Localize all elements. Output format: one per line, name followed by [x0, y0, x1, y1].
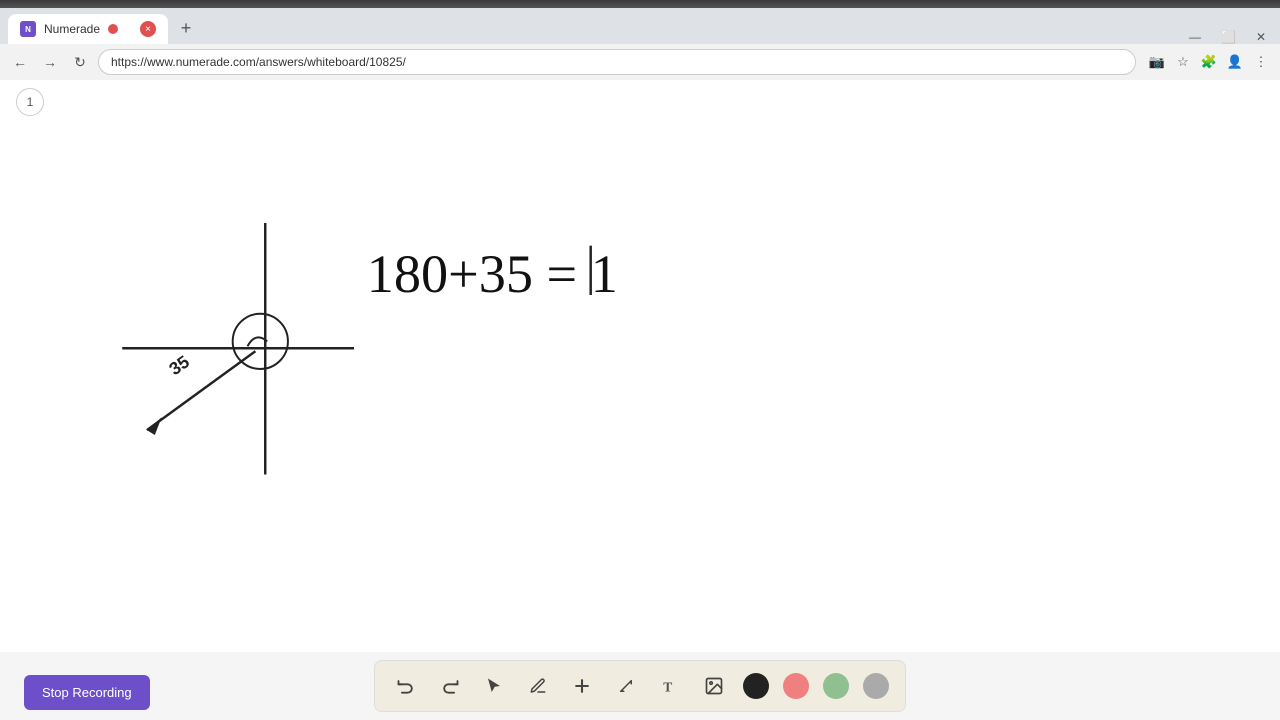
text-tool-button[interactable]: T: [655, 671, 685, 701]
chrome-top-bar: [0, 0, 1280, 8]
window-controls: — ⬜ ✕: [1183, 30, 1272, 44]
browser-toolbar-icons: 📷 ☆ 🧩 👤 ⋮: [1146, 51, 1272, 73]
forward-button[interactable]: →: [38, 50, 62, 74]
color-pink-button[interactable]: [783, 673, 809, 699]
stop-recording-button[interactable]: Stop Recording: [24, 675, 150, 710]
tab-close-button[interactable]: ×: [140, 21, 156, 37]
tab-bar: N Numerade × + — ⬜ ✕: [0, 8, 1280, 44]
color-black-button[interactable]: [743, 673, 769, 699]
extension-icon[interactable]: 🧩: [1198, 51, 1220, 73]
bookmark-icon[interactable]: ☆: [1172, 51, 1194, 73]
bottom-bar: Stop Recording: [0, 652, 1280, 720]
image-tool-button[interactable]: [699, 671, 729, 701]
tab-title: Numerade: [44, 22, 100, 36]
add-element-button[interactable]: [567, 671, 597, 701]
redo-button[interactable]: [435, 671, 465, 701]
new-tab-button[interactable]: +: [172, 14, 200, 42]
svg-text:180+35 = 1: 180+35 = 1: [367, 244, 618, 304]
close-button[interactable]: ✕: [1250, 30, 1272, 44]
back-button[interactable]: ←: [8, 50, 32, 74]
camera-icon[interactable]: 📷: [1146, 51, 1168, 73]
maximize-button[interactable]: ⬜: [1215, 30, 1242, 44]
color-green-button[interactable]: [823, 673, 849, 699]
svg-text:T: T: [663, 679, 672, 694]
svg-text:35: 35: [165, 351, 193, 379]
whiteboard-content[interactable]: 1 35 180+35 = 1: [0, 80, 1280, 652]
undo-button[interactable]: [391, 671, 421, 701]
active-tab[interactable]: N Numerade ×: [8, 14, 168, 44]
highlight-tool-button[interactable]: [611, 671, 641, 701]
refresh-button[interactable]: ↻: [68, 50, 92, 74]
color-gray-button[interactable]: [863, 673, 889, 699]
tab-favicon: N: [20, 21, 36, 37]
profile-icon[interactable]: 👤: [1224, 51, 1246, 73]
drawing-toolbar: T: [374, 660, 906, 712]
address-bar-row: ← → ↻ 📷 ☆ 🧩 👤 ⋮: [0, 44, 1280, 80]
recording-dot: [108, 24, 118, 34]
minimize-button[interactable]: —: [1183, 30, 1207, 44]
address-input[interactable]: [98, 49, 1136, 75]
whiteboard-svg: 35 180+35 = 1: [0, 80, 1280, 652]
pen-tool-button[interactable]: [523, 671, 553, 701]
select-tool-button[interactable]: [479, 671, 509, 701]
browser-frame: N Numerade × + — ⬜ ✕ ← → ↻ 📷 ☆ 🧩 👤 ⋮: [0, 0, 1280, 720]
menu-icon[interactable]: ⋮: [1250, 51, 1272, 73]
